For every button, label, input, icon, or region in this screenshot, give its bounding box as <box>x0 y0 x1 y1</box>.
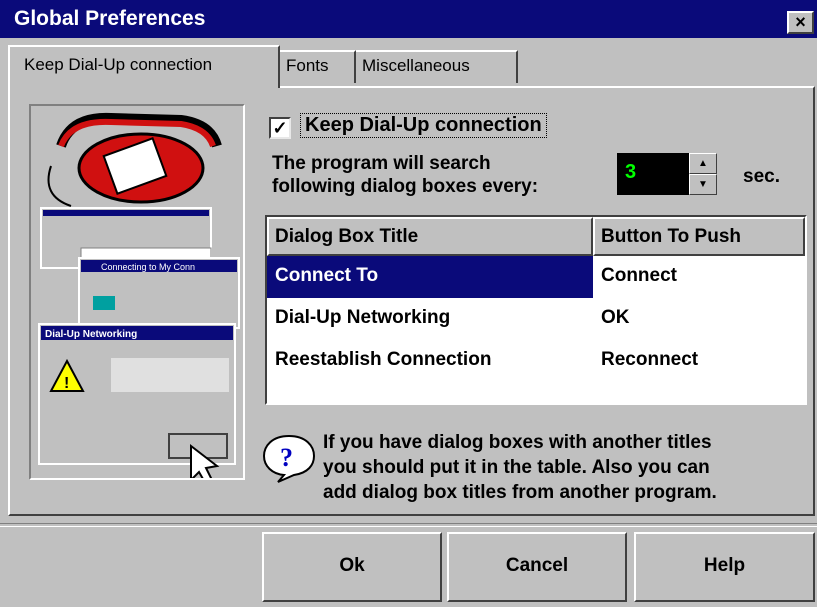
info-line-1: If you have dialog boxes with another ti… <box>323 432 712 453</box>
header-dialog-box-title[interactable]: Dialog Box Title <box>267 217 593 256</box>
help-button[interactable]: Help <box>634 532 815 602</box>
dialup-window-title: Dial-Up Networking <box>45 329 137 340</box>
window-title: Global Preferences <box>14 7 206 30</box>
tab-label: Keep Dial-Up connection <box>24 55 213 74</box>
row-button[interactable]: Connect <box>593 256 805 298</box>
header-button-to-push[interactable]: Button To Push <box>593 217 805 256</box>
row-button[interactable]: Reconnect <box>593 340 805 382</box>
tab-label: Miscellaneous <box>362 56 470 75</box>
interval-unit: sec. <box>743 166 780 187</box>
footer-divider <box>0 523 817 527</box>
connecting-window-title: Connecting to My Conn <box>101 262 195 272</box>
close-button[interactable]: × <box>787 11 814 34</box>
keep-connection-checkbox[interactable]: ✓ <box>269 117 291 139</box>
interval-value[interactable]: 3 <box>617 153 689 195</box>
search-line-1: The program will search <box>272 153 491 174</box>
tab-keep-dial-up[interactable]: Keep Dial-Up connection <box>8 45 280 88</box>
table-row[interactable]: Dial-Up Networking OK <box>267 298 805 340</box>
tab-label: Fonts <box>286 56 329 75</box>
tab-fonts[interactable]: Fonts <box>280 50 356 83</box>
cancel-button[interactable]: Cancel <box>447 532 627 602</box>
row-title[interactable]: Dial-Up Networking <box>267 298 593 340</box>
search-description: The program will search following dialog… <box>272 152 538 198</box>
search-line-2: following dialog boxes every: <box>272 176 539 197</box>
table-row[interactable]: Reestablish Connection Reconnect <box>267 340 805 382</box>
phone-icon <box>47 112 222 207</box>
row-button[interactable]: OK <box>593 298 805 340</box>
row-title[interactable]: Connect To <box>267 256 593 298</box>
info-line-2: you should put it in the table. Also you… <box>323 457 710 478</box>
title-bar: Global Preferences × <box>0 0 817 38</box>
tab-miscellaneous[interactable]: Miscellaneous <box>356 50 518 83</box>
info-text: If you have dialog boxes with another ti… <box>323 430 717 505</box>
svg-text:?: ? <box>280 443 293 472</box>
spin-down-button[interactable]: ▼ <box>689 174 717 195</box>
spin-buttons: ▲ ▼ <box>689 153 717 195</box>
question-bubble-icon: ? <box>260 432 318 489</box>
row-title[interactable]: Reestablish Connection <box>267 340 593 382</box>
table-header: Dialog Box Title Button To Push <box>267 217 805 256</box>
illustration-panel: Connecting to My Conn Dial-Up Networking… <box>29 104 245 480</box>
spin-up-button[interactable]: ▲ <box>689 153 717 174</box>
table-row[interactable]: Connect To Connect <box>267 256 805 298</box>
info-line-3: add dialog box titles from another progr… <box>323 482 717 503</box>
ok-button[interactable]: Ok <box>262 532 442 602</box>
svg-text:!: ! <box>64 375 69 392</box>
keep-connection-label[interactable]: Keep Dial-Up connection <box>300 113 547 138</box>
telephone-illustration: Connecting to My Conn Dial-Up Networking… <box>38 112 240 478</box>
interval-spinner[interactable]: 3 ▲ ▼ <box>617 153 722 195</box>
dialog-table: Dialog Box Title Button To Push Connect … <box>265 215 807 405</box>
